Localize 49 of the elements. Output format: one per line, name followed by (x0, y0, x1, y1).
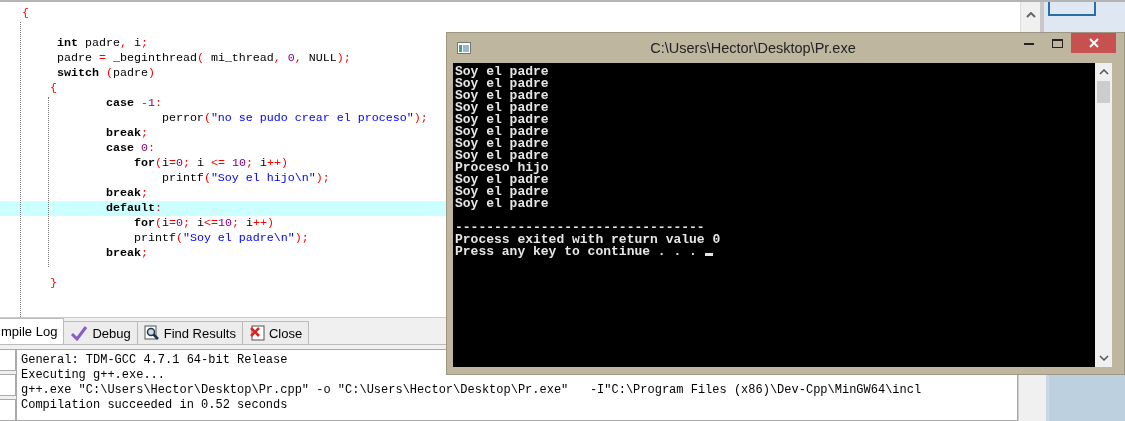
scroll-thumb[interactable] (1097, 81, 1110, 103)
panel-tab[interactable]: mpile Log (0, 318, 65, 344)
log-line: Executing g++.exe... (21, 368, 167, 383)
close-icon (1088, 38, 1099, 48)
scrollbar[interactable] (1095, 63, 1112, 367)
code-line: break; (104, 246, 148, 260)
code-line: padre = _beginthread( mi_thread, 0, NULL); (55, 51, 351, 65)
side-button[interactable] (0, 349, 16, 371)
maximize-icon (1051, 38, 1063, 48)
close-button[interactable] (1071, 33, 1116, 53)
console-line: Process exited with return value 0 (455, 232, 721, 247)
code-line: case 0: (104, 141, 155, 155)
search-icon (143, 325, 160, 341)
window-title: C:\Users\Hector\Desktop\Pr.exe (649, 40, 857, 56)
code-line: int padre, i; (55, 36, 148, 50)
scrollbar[interactable] (1020, 2, 1040, 32)
code-line: switch (padre) (55, 66, 155, 80)
code-line: default: (104, 201, 162, 215)
code-line: perror("no se pudo crear el proceso"); (160, 111, 428, 125)
scroll-up-icon[interactable] (1098, 69, 1109, 75)
close-document-icon (248, 325, 265, 341)
side-button[interactable] (0, 374, 16, 396)
log-line: General: TDM-GCC 4.7.1 64-bit Release (21, 353, 289, 368)
console-line: Soy el padre (455, 64, 549, 79)
panel-tab[interactable]: Find Results (136, 321, 243, 344)
console-app-icon (457, 42, 471, 54)
code-line: { (22, 6, 29, 20)
code-line: for(i=0; i<=10; i++) (132, 216, 274, 230)
scroll-down-icon[interactable] (1098, 355, 1109, 361)
code-line: break; (104, 126, 148, 140)
panel-frame (1048, 2, 1096, 16)
console-line: -------------------------------- (455, 220, 705, 235)
minimize-icon (1024, 41, 1034, 45)
log-line: Compilation succeeded in 0.52 seconds (21, 398, 289, 413)
code-line: for(i=0; i <= 10; i++) (132, 156, 288, 170)
text-cursor (704, 253, 713, 256)
code-line: } (48, 276, 57, 290)
code-line: printf("Soy el hijo\n"); (160, 171, 330, 185)
code-line: case -1: (104, 96, 162, 110)
log-line: g++.exe "C:\Users\Hector\Desktop\Pr.cpp" -o "C:\Users\Hector\Desktop\Pr.exe" -I"C:\Program Files (x86)\Dev-Cpp\MinGW64\incl (21, 383, 923, 398)
check-icon (70, 325, 89, 341)
scroll-up-icon[interactable] (1025, 12, 1036, 18)
panel-tab[interactable]: Debug (63, 321, 138, 344)
code-line: break; (104, 186, 148, 200)
side-button[interactable] (0, 399, 16, 421)
panel-tab[interactable]: Close (241, 321, 310, 344)
code-line: { (48, 81, 57, 95)
console-line: Press any key to continue . . . (455, 244, 697, 259)
code-line: printf("Soy el padre\n"); (132, 231, 309, 245)
